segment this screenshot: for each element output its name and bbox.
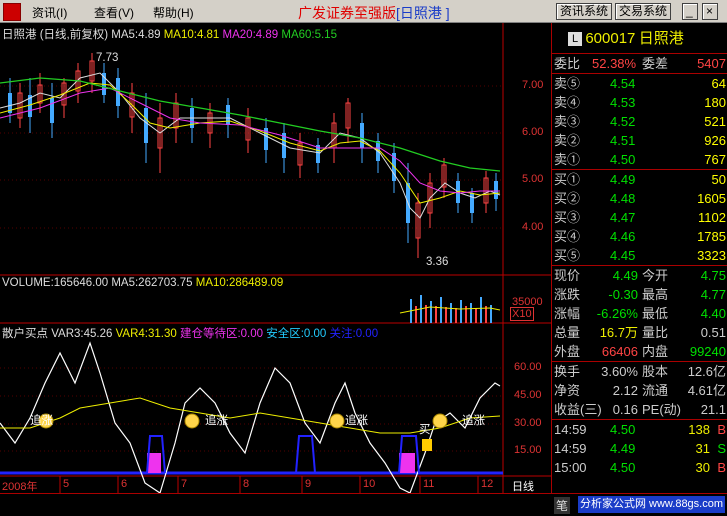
x-tick: 12 [481,478,494,490]
period-tab[interactable]: 日线 [512,478,534,494]
stat-row: 涨幅 -6.26% 最低 4.40 [554,306,726,321]
order-row: 买② 4.48 1605 [554,191,726,206]
x-tick: 7 [181,478,188,490]
trade-system-button[interactable]: 交易系统 [615,3,672,20]
order-row: 买① 4.49 50 [554,172,726,187]
tick-row: 15:00 4.50 30 B [554,460,726,475]
tick-row: 14:59 4.49 31 S [554,441,726,456]
stat-row: 现价 4.49 今开 4.75 [554,268,726,283]
stock-icon: L [568,31,582,46]
sell-orders: 卖⑤ 4.54 64 卖④ 4.53 180 卖③ 4.52 521 卖② 4.51 926 卖… [552,74,727,170]
order-row: 买③ 4.47 1102 [554,210,726,225]
fund-row: 收益(三) 0.16 PE(动) 21.1 [554,402,726,417]
price-tick: 4.00 [522,221,544,233]
stock-code: 600017 [585,29,636,47]
x-tick: 8 [243,478,250,490]
order-row: 买④ 4.46 1785 [554,229,726,244]
bottom-bar: 笔 分析家公式网 www.88gs.com [0,493,727,516]
low-price-label: 3.36 [426,256,449,268]
tick-tab[interactable]: 笔 [554,497,571,514]
x-tick: 9 [305,478,312,490]
menu-help[interactable]: 帮助(H) [153,4,194,21]
menu-view[interactable]: 查看(V) [94,4,134,21]
price-legend: 日照港 (日线,前复权) MA5:4.89 MA10:4.81 MA20:4.8… [2,29,337,41]
price-tick: 6.00 [522,126,544,138]
chase-signal: 追涨 [30,415,53,427]
fund-row: 换手 3.60% 股本 12.6亿 [554,364,726,379]
x-tick: 2008年 [2,481,38,493]
fund-row: 净资 2.12 流通 4.61亿 [554,383,726,398]
menu-bar: 资讯(I) 查看(V) 帮助(H) 广发证券至强版[日照港 ] 资讯系统 交易系… [0,0,727,23]
x-tick: 5 [63,478,70,490]
order-row: 卖③ 4.52 521 [554,114,726,129]
stat-row: 总量 16.7万 量比 0.51 [554,325,726,340]
x-tick: 10 [363,478,376,490]
price-tick: 7.00 [522,79,544,91]
app-icon[interactable] [3,3,21,21]
fundamentals: 换手 3.60% 股本 12.6亿 净资 2.12 流通 4.61亿 收益(三) 0.16 PE… [552,362,727,420]
quote-panel: L 600017 日照港 委比 52.38% 委差 5407 卖⑤ 4.54 64 … [551,23,727,493]
order-row: 买⑤ 4.45 3323 [554,248,726,263]
indicator-tick: 30.00 [514,417,542,429]
buy-zones [146,435,432,474]
chart-area[interactable]: 日照港 (日线,前复权) MA5:4.89 MA10:4.81 MA20:4.8… [0,23,551,493]
close-button[interactable]: × [702,3,718,20]
news-system-button[interactable]: 资讯系统 [556,3,613,20]
order-row: 卖① 4.50 767 [554,152,726,167]
indicator-tick: 15.00 [514,444,542,456]
volume-legend: VOLUME:165646.00 MA5:262703.75 MA10:2864… [2,277,284,289]
window-title: 广发证券至强版[日照港 ] [298,5,450,21]
price-tick: 5.00 [522,173,544,185]
order-row: 卖④ 4.53 180 [554,95,726,110]
stock-header: L 600017 日照港 [552,23,727,54]
menu-news[interactable]: 资讯(I) [32,4,67,21]
indicator-tick: 45.00 [514,389,542,401]
tick-list: 14:59 4.50 138 B 14:59 4.49 31 S 15:00 4.50 30 B [552,420,727,477]
minimize-button[interactable]: _ [682,3,698,20]
stock-name: 日照港 [638,29,684,47]
chase-signal: 追涨 [462,415,485,427]
chase-signal: 追涨 [205,415,228,427]
volume-scale: X10 [510,307,534,321]
weibi-row: 委比 52.38% 委差 5407 [552,54,727,74]
indicator-legend: 散户买点 VAR3:45.26 VAR4:31.30 建仓等待区:0.00 安全… [2,328,379,340]
buy-signal: 买 [419,424,431,436]
order-row: 卖⑤ 4.54 64 [554,76,726,91]
x-tick: 11 [423,478,435,490]
chase-signal: 追涨 [345,415,368,427]
x-tick: 6 [121,478,128,490]
order-row: 卖② 4.51 926 [554,133,726,148]
buy-orders: 买① 4.49 50 买② 4.48 1605 买③ 4.47 1102 买④ 4.46 178… [552,170,727,266]
tick-row: 14:59 4.50 138 B [554,422,726,437]
price-stats: 现价 4.49 今开 4.75 涨跌 -0.30 最高 4.77 涨幅 -6.26% 最低 4.4… [552,266,727,362]
watermark: 分析家公式网 www.88gs.com [578,496,725,513]
stat-row: 涨跌 -0.30 最高 4.77 [554,287,726,302]
stat-row: 外盘 66406 内盘 99240 [554,344,726,359]
high-price-label: 7.73 [96,52,119,64]
indicator-tick: 60.00 [514,361,542,373]
